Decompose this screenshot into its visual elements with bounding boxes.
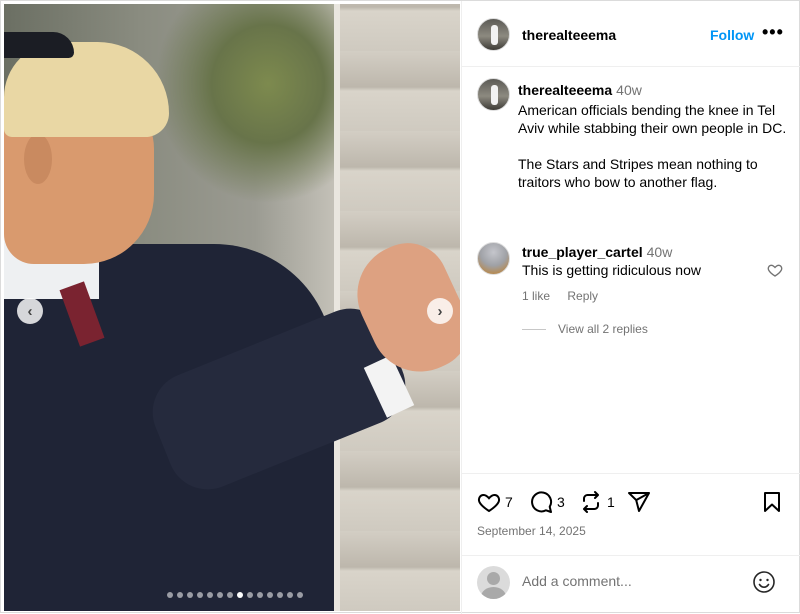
carousel-dot xyxy=(217,592,223,598)
author-avatar[interactable] xyxy=(477,18,510,51)
post-image: ‹ › xyxy=(4,4,460,611)
carousel-prev-button[interactable]: ‹ xyxy=(17,298,43,324)
post-dialog: ‹ › therealteeema Follow ••• therealteee… xyxy=(0,0,800,614)
carousel-next-button[interactable]: › xyxy=(427,298,453,324)
caption-timestamp[interactable]: 40w xyxy=(616,82,642,98)
comment-reply-button[interactable]: Reply xyxy=(567,289,598,303)
image-ear xyxy=(24,134,52,184)
carousel-dot xyxy=(177,592,183,598)
like-count: 7 xyxy=(505,494,513,510)
image-kippah xyxy=(4,32,74,58)
carousel-dot xyxy=(247,592,253,598)
add-comment-bar xyxy=(462,555,800,614)
carousel-dot xyxy=(237,592,243,598)
replies-divider xyxy=(522,328,546,330)
comment-meta: 1 like Reply xyxy=(522,289,612,303)
carousel-dot xyxy=(267,592,273,598)
comment-button[interactable]: 3 xyxy=(529,490,565,514)
comment-timestamp[interactable]: 40w xyxy=(647,244,673,260)
comment: true_player_cartel 40w This is getting ri… xyxy=(522,243,762,279)
carousel-dot xyxy=(167,592,173,598)
chevron-right-icon: › xyxy=(437,302,443,320)
carousel-dot xyxy=(227,592,233,598)
view-replies-label: View all 2 replies xyxy=(558,322,648,336)
author-username[interactable]: therealteeema xyxy=(522,27,616,43)
more-options-icon[interactable]: ••• xyxy=(762,22,784,43)
heart-icon xyxy=(477,493,501,513)
repost-button[interactable]: 1 xyxy=(579,490,615,514)
carousel-dot xyxy=(197,592,203,598)
carousel-dot xyxy=(287,592,293,598)
post-side-panel: therealteeema Follow ••• therealteeema 40… xyxy=(461,1,800,614)
comment-count: 3 xyxy=(557,494,565,510)
save-button[interactable] xyxy=(760,490,784,514)
follow-button[interactable]: Follow xyxy=(710,27,754,43)
carousel-dot xyxy=(297,592,303,598)
repost-count: 1 xyxy=(607,494,615,510)
paper-plane-icon xyxy=(628,492,650,512)
like-button[interactable]: 7 xyxy=(477,490,513,514)
carousel-indicator xyxy=(167,592,303,598)
carousel-dot xyxy=(187,592,193,598)
smiley-icon[interactable] xyxy=(752,570,776,594)
add-comment-input[interactable] xyxy=(522,573,742,589)
repost-icon xyxy=(583,491,599,513)
caption-text: American officials bending the knee in T… xyxy=(518,102,787,190)
current-user-avatar xyxy=(477,566,510,599)
post-caption: therealteeema 40w American officials bend… xyxy=(518,81,788,191)
comment-like-heart-icon[interactable] xyxy=(767,262,783,278)
carousel-dot xyxy=(257,592,263,598)
bookmark-icon xyxy=(764,492,780,512)
view-replies-button[interactable]: View all 2 replies xyxy=(522,322,648,336)
post-date[interactable]: September 14, 2025 xyxy=(477,524,586,538)
commenter-avatar[interactable] xyxy=(477,242,510,275)
carousel-dot xyxy=(207,592,213,598)
caption-author-avatar[interactable] xyxy=(477,78,510,111)
image-foliage xyxy=(154,4,344,204)
comment-bubble-icon xyxy=(531,491,553,513)
carousel-dot xyxy=(277,592,283,598)
comment-likes[interactable]: 1 like xyxy=(522,289,550,303)
caption-username[interactable]: therealteeema xyxy=(518,82,612,98)
share-button[interactable] xyxy=(627,490,651,514)
post-header: therealteeema Follow ••• xyxy=(462,1,800,67)
post-actions: 7 3 1 September 14, 2025 xyxy=(462,473,800,555)
comment-text: This is getting ridiculous now xyxy=(522,262,701,278)
chevron-left-icon: ‹ xyxy=(27,302,33,320)
comment-username[interactable]: true_player_cartel xyxy=(522,244,643,260)
